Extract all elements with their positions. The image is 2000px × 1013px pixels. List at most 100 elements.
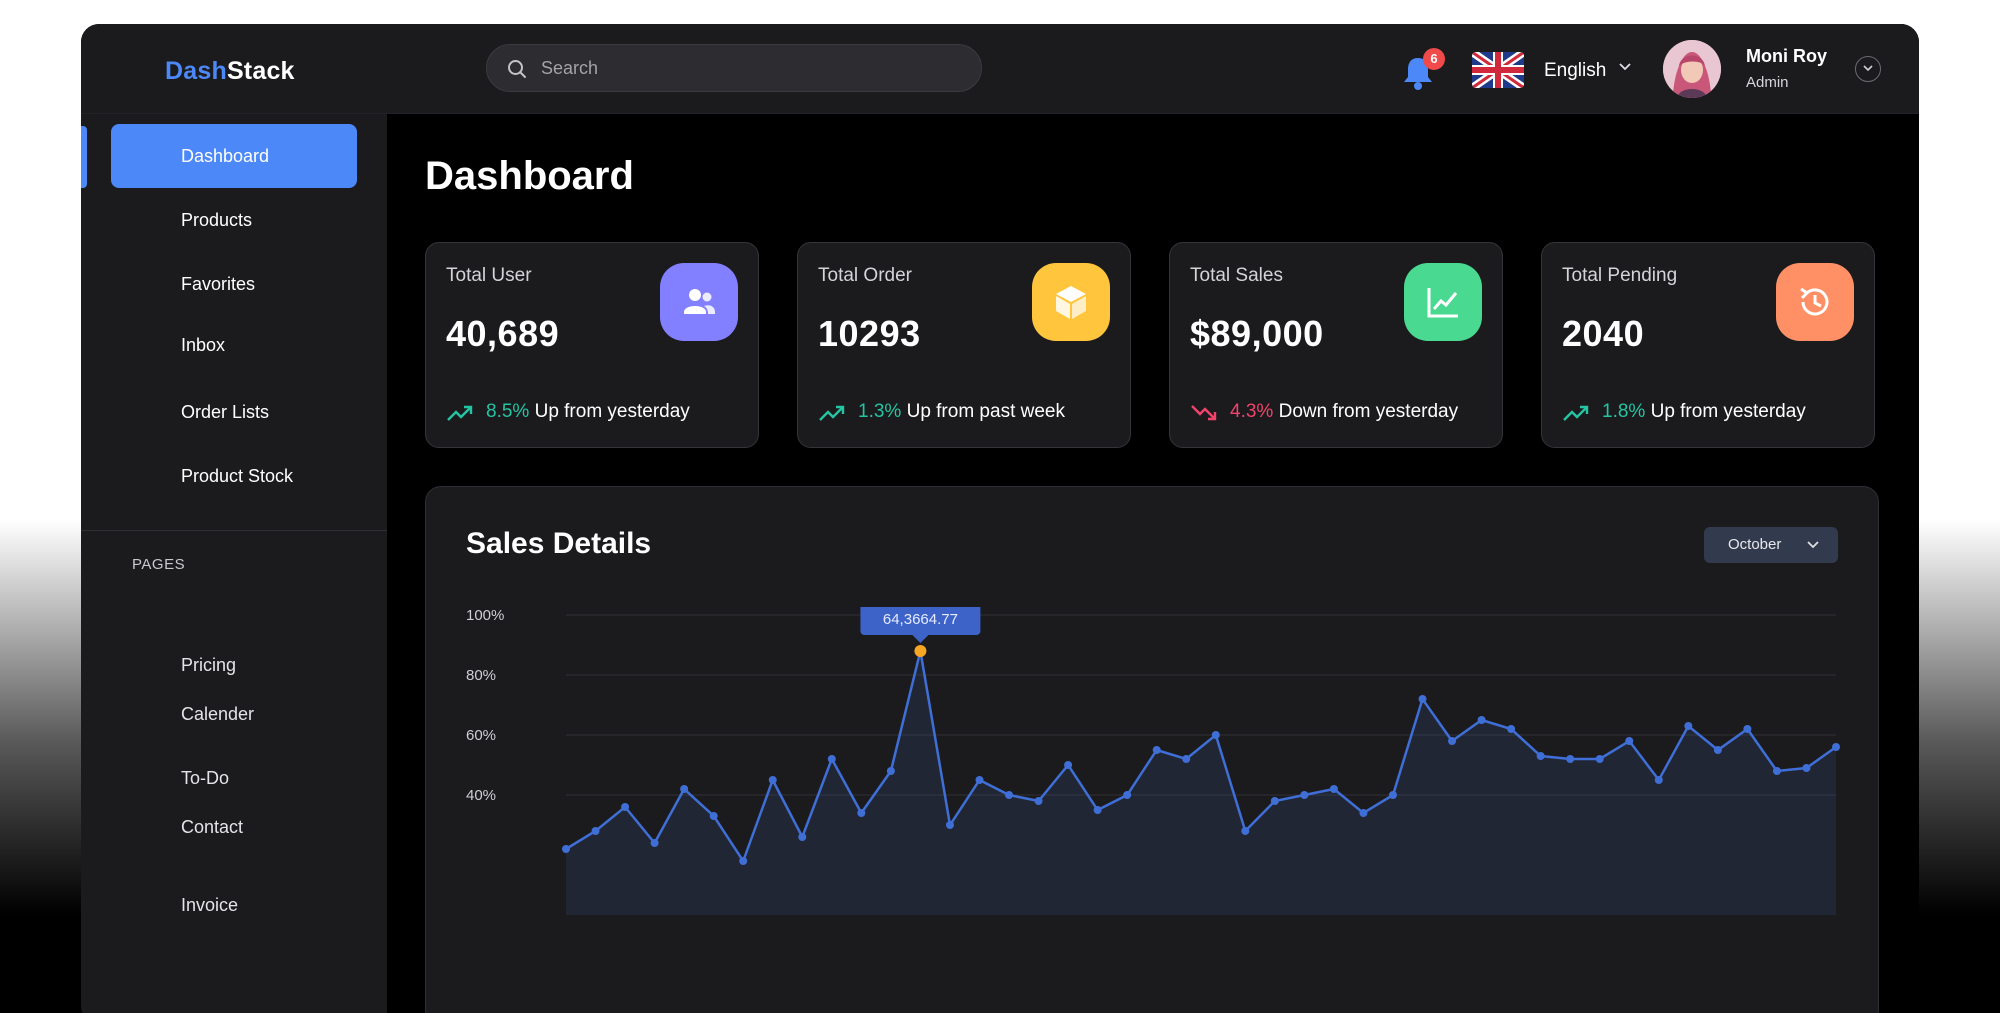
- data-point: [1123, 791, 1132, 799]
- chevron-down-icon[interactable]: [1618, 62, 1632, 72]
- data-point: [650, 839, 659, 847]
- data-point: [857, 809, 866, 817]
- data-point: [886, 767, 895, 775]
- data-point: [1802, 764, 1811, 772]
- card-title: Total User: [446, 265, 532, 286]
- avatar[interactable]: [1663, 40, 1721, 98]
- card-title: Total Pending: [1562, 265, 1678, 286]
- data-point: [1034, 797, 1043, 805]
- data-point: [1418, 695, 1427, 703]
- card-trend: 1.8% Up from yesterday: [1562, 401, 1806, 423]
- search-bar[interactable]: [486, 44, 982, 92]
- app-window: DashStack 6 English: [81, 24, 1919, 1013]
- data-point: [1211, 731, 1220, 739]
- data-point: [1359, 809, 1368, 817]
- sidebar-item-products[interactable]: Products: [111, 188, 357, 252]
- card-title: Total Sales: [1190, 265, 1283, 286]
- data-point: [1005, 791, 1014, 799]
- sidebar-item-invoice[interactable]: Invoice: [181, 895, 238, 916]
- y-tick-label: 100%: [466, 607, 504, 624]
- y-tick-label: 80%: [466, 667, 496, 684]
- line-chart-icon: [1404, 263, 1482, 341]
- trend-up-icon: [819, 405, 845, 421]
- data-point: [1329, 785, 1338, 793]
- search-icon: [508, 60, 526, 78]
- stat-card-total-pending: Total Pending 2040 1.8% Up from yesterda…: [1541, 242, 1875, 448]
- data-point: [1507, 725, 1516, 733]
- sidebar-item-favorites[interactable]: Favorites: [111, 252, 357, 316]
- card-title: Total Order: [818, 265, 912, 286]
- tooltip-label: 64,3664.77: [883, 611, 958, 628]
- notification-badge: 6: [1423, 48, 1445, 70]
- card-value: 2040: [1562, 313, 1645, 354]
- sidebar-item-pricing[interactable]: Pricing: [181, 655, 236, 676]
- sidebar-item-inbox[interactable]: Inbox: [111, 313, 357, 377]
- sidebar-item-product-stock[interactable]: Product Stock: [111, 444, 357, 508]
- uk-flag-icon[interactable]: [1472, 52, 1524, 88]
- data-point: [1152, 746, 1161, 754]
- card-trend: 8.5% Up from yesterday: [446, 401, 690, 423]
- user-name: Moni Roy: [1746, 46, 1827, 66]
- data-point: [798, 833, 807, 841]
- data-point: [1448, 737, 1457, 745]
- month-dropdown[interactable]: October: [1704, 527, 1838, 563]
- data-point: [1772, 767, 1781, 775]
- data-point: [1093, 806, 1102, 814]
- search-input[interactable]: [541, 45, 961, 91]
- card-value: 40,689: [446, 313, 560, 354]
- data-point: [709, 812, 718, 820]
- data-point: [1064, 761, 1073, 769]
- data-point: [1270, 797, 1279, 805]
- data-point: [768, 776, 777, 784]
- sales-line-chart: 100% 80% 60% 40% 64,3664.77: [466, 607, 1840, 915]
- data-point: [827, 755, 836, 763]
- data-point: [1566, 755, 1575, 763]
- chevron-down-icon: [1863, 65, 1873, 72]
- data-point: [1595, 755, 1604, 763]
- data-point: [591, 827, 600, 835]
- sidebar-item-contact[interactable]: Contact: [181, 817, 243, 838]
- user-menu-button[interactable]: [1855, 56, 1881, 82]
- chevron-down-icon: [1807, 541, 1819, 549]
- stat-card-total-order: Total Order 10293 1.3% Up from past week: [797, 242, 1131, 448]
- sidebar-item-order-lists[interactable]: Order Lists: [111, 380, 357, 444]
- active-indicator: [81, 126, 87, 188]
- user-role: Admin: [1746, 74, 1789, 91]
- card-value: 10293: [818, 313, 921, 354]
- data-point: [680, 785, 689, 793]
- trend-up-icon: [1563, 405, 1589, 421]
- stat-card-total-sales: Total Sales $89,000 4.3% Down from yeste…: [1169, 242, 1503, 448]
- page-title: Dashboard: [425, 154, 634, 198]
- language-selector[interactable]: English: [1544, 60, 1606, 82]
- card-trend: 4.3% Down from yesterday: [1190, 401, 1458, 423]
- data-point: [1477, 716, 1486, 724]
- data-point: [1654, 776, 1663, 784]
- data-point: [1684, 722, 1693, 730]
- trend-down-icon: [1191, 405, 1217, 421]
- logo[interactable]: DashStack: [165, 57, 295, 86]
- sidebar-item-dashboard[interactable]: Dashboard: [111, 124, 357, 188]
- data-point: [739, 857, 748, 865]
- top-bar: DashStack 6 English: [81, 24, 1919, 114]
- box-icon: [1032, 263, 1110, 341]
- card-trend: 1.3% Up from past week: [818, 401, 1065, 423]
- data-point: [1832, 743, 1840, 751]
- y-tick-label: 60%: [466, 727, 496, 744]
- sidebar-item-calender[interactable]: Calender: [181, 704, 254, 725]
- data-point: [1536, 752, 1545, 760]
- trend-up-icon: [447, 405, 473, 421]
- notifications-button[interactable]: 6: [1401, 48, 1445, 92]
- sidebar-divider: [81, 530, 387, 531]
- sidebar: Dashboard Products Favorites Inbox Order…: [81, 114, 387, 1013]
- data-point: [945, 821, 954, 829]
- users-icon: [660, 263, 738, 341]
- data-point: [1713, 746, 1722, 754]
- data-point: [975, 776, 984, 784]
- sidebar-item-todo[interactable]: To-Do: [181, 768, 229, 789]
- data-point: [1300, 791, 1309, 799]
- series-area: [566, 651, 1836, 915]
- data-point: [1743, 725, 1752, 733]
- peak-point: [914, 645, 927, 657]
- y-tick-label: 40%: [466, 787, 496, 804]
- sales-details-panel: Sales Details October 100% 80% 60% 40% 64,36…: [425, 486, 1879, 1013]
